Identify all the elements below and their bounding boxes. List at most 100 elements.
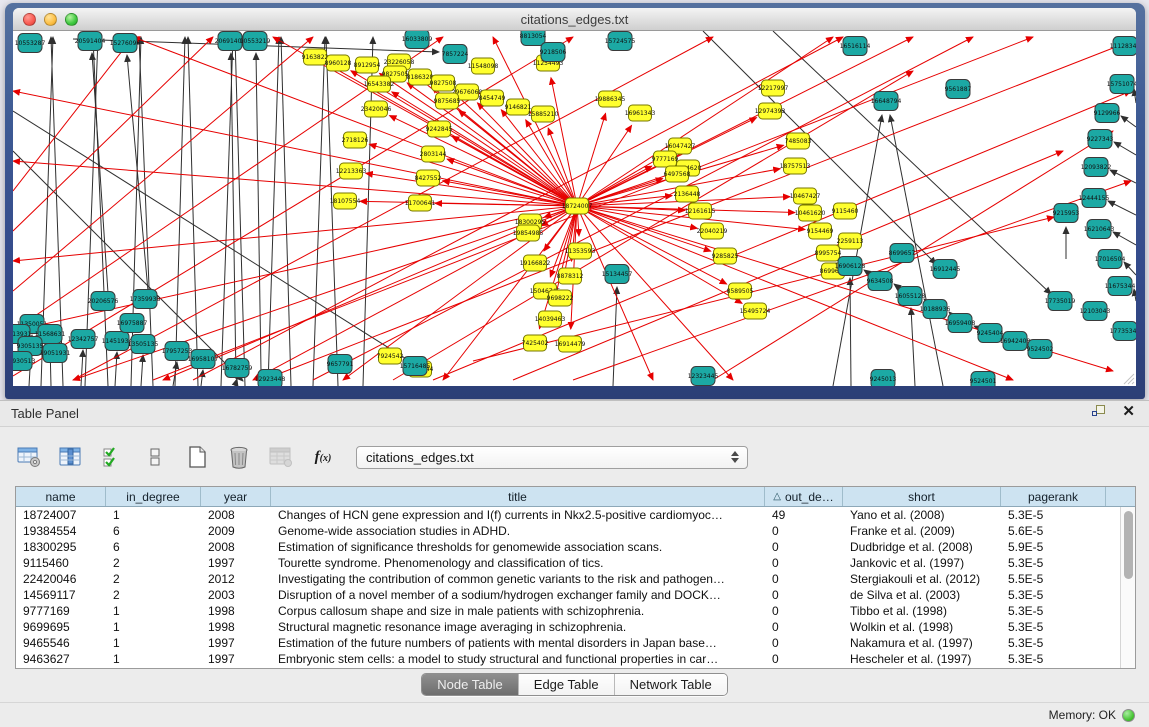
graph-node[interactable]: 19886345 [595,91,626,107]
rows-icon[interactable] [140,443,170,471]
graph-node[interactable]: 2136448 [674,186,701,202]
table-cell[interactable]: 9777169 [16,603,106,619]
graph-node[interactable]: 8878312 [557,268,584,284]
table-cell[interactable]: Dudbridge et al. (2008) [843,539,1001,555]
graph-node[interactable]: 13505135 [128,335,159,354]
table-cell[interactable]: 0 [765,635,843,651]
table-cell[interactable]: 2009 [201,523,271,539]
graph-node[interactable]: 10461620 [795,205,826,221]
table-cell[interactable]: 5.5E-5 [1001,571,1106,587]
graph-node[interactable]: 8995754 [815,245,842,261]
graph-node[interactable]: 20206576 [88,292,119,311]
graph-node[interactable]: 9154469 [807,223,834,239]
function-builder-icon[interactable]: f(x) [308,443,338,471]
table-cell[interactable]: 2 [106,571,201,587]
table-cell[interactable]: Hescheler et al. (1997) [843,651,1001,667]
graph-node[interactable]: 2803144 [420,146,447,162]
table-cell[interactable]: 2 [106,587,201,603]
table-cell[interactable]: 5.3E-5 [1001,587,1106,603]
table-cell[interactable]: 22420046 [16,571,106,587]
table-cell[interactable]: Changes of HCN gene expression and I(f) … [271,507,765,523]
network-canvas[interactable]: 18724007 9163822 8960128 8912954 2322605… [13,31,1136,386]
table-settings-icon[interactable] [14,443,44,471]
graph-node[interactable]: 17016504 [1095,250,1126,269]
graph-node[interactable]: 16914479 [555,336,586,352]
graph-node[interactable]: 15134457 [602,265,633,284]
table-cell[interactable]: 0 [765,523,843,539]
table-cell[interactable]: 49 [765,507,843,523]
graph-node[interactable]: 11675344 [1105,277,1136,296]
graph-node[interactable]: 7857224 [442,45,469,64]
graph-node[interactable]: 8589505 [727,283,754,299]
graph-node[interactable]: 19854985 [513,225,544,241]
table-cell[interactable]: 9115460 [16,555,106,571]
graph-node[interactable]: 12323445 [688,367,719,386]
scrollbar-thumb[interactable] [1124,511,1133,579]
table-cell[interactable]: 0 [765,571,843,587]
column-header[interactable]: title [271,487,765,506]
graph-node[interactable]: 8960128 [325,55,352,71]
table-cell[interactable]: 1998 [201,603,271,619]
graph-node[interactable]: 16516114 [840,37,871,56]
column-header[interactable]: name [16,487,106,506]
table-cell[interactable]: 1998 [201,619,271,635]
float-panel-icon[interactable] [1092,405,1106,419]
graph-node[interactable]: 16033809 [402,31,433,49]
graph-node[interactable]: 9218506 [540,43,567,62]
table-cell[interactable]: Genome-wide association studies in ADHD. [271,523,765,539]
table-cell[interactable]: 1 [106,603,201,619]
graph-node[interactable]: 12923448 [255,370,286,387]
table-cell[interactable]: Estimation of significance thresholds fo… [271,539,765,555]
graph-node[interactable]: 12217997 [758,80,789,96]
table-cell[interactable]: 0 [765,555,843,571]
table-row[interactable]: 911546021997Tourette syndrome. Phenomeno… [16,555,1135,571]
table-cell[interactable]: Investigating the contribution of common… [271,571,765,587]
graph-node[interactable]: 9215953 [1053,204,1080,223]
table-row[interactable]: 946362711997Embryonic stem cells: a mode… [16,651,1135,667]
table-cell[interactable]: 0 [765,539,843,555]
table-cell[interactable]: 5.6E-5 [1001,523,1106,539]
graph-node[interactable]: 11128340 [1110,37,1136,56]
table-cell[interactable]: 6 [106,539,201,555]
graph-node[interactable]: 15724575 [605,32,636,51]
graph-node[interactable]: 12444155 [1079,189,1110,208]
column-header[interactable]: △out_de… [765,487,843,506]
table-cell[interactable]: Wolkin et al. (1998) [843,619,1001,635]
table-cell[interactable]: 18724007 [16,507,106,523]
graph-node[interactable]: 10467427 [790,188,821,204]
table-cell[interactable]: Yano et al. (2008) [843,507,1001,523]
graph-node[interactable]: 18107554 [330,193,361,209]
graph-node[interactable]: 9698222 [547,290,574,306]
table-cell[interactable]: 5.3E-5 [1001,635,1106,651]
graph-node[interactable]: 16959408 [945,314,976,333]
table-row[interactable]: 946554611997Estimation of the future num… [16,635,1135,651]
table-cell[interactable]: 1997 [201,555,271,571]
table-cell[interactable]: 0 [765,587,843,603]
table-source-dropdown[interactable]: citations_edges.txt [356,446,748,469]
graph-node[interactable]: 17735019 [1045,292,1076,311]
window-titlebar[interactable]: citations_edges.txt [13,8,1136,31]
graph-node[interactable]: 17735344 [1110,322,1136,341]
table-cell[interactable]: 0 [765,619,843,635]
table-cell[interactable]: 9463627 [16,651,106,667]
graph-node[interactable]: 16906128 [835,257,866,276]
graph-node[interactable]: 7485083 [785,133,812,149]
graph-node[interactable]: 9242845 [426,121,453,137]
graph-node[interactable]: 9875685 [434,93,461,109]
table-cell[interactable]: 0 [765,651,843,667]
table-cell[interactable]: 5.3E-5 [1001,619,1106,635]
table-cell[interactable]: 9699695 [16,619,106,635]
table-cell[interactable]: de Silva et al. (2003) [843,587,1001,603]
table-cell[interactable]: 14569117 [16,587,106,603]
table-cell[interactable]: 2003 [201,587,271,603]
graph-node[interactable]: 8699657 [889,244,916,263]
table-cell[interactable]: Corpus callosum shape and size in male p… [271,603,765,619]
table-cell[interactable]: 6 [106,523,201,539]
graph-node[interactable]: 2718126 [342,132,369,148]
select-all-icon[interactable] [98,443,128,471]
graph-node[interactable]: 15751074 [1107,75,1136,94]
table-cell[interactable]: 2008 [201,539,271,555]
column-header[interactable]: in_degree [106,487,201,506]
table-cell[interactable]: Stergiakouli et al. (2012) [843,571,1001,587]
graph-node[interactable]: 9561887 [945,80,972,99]
